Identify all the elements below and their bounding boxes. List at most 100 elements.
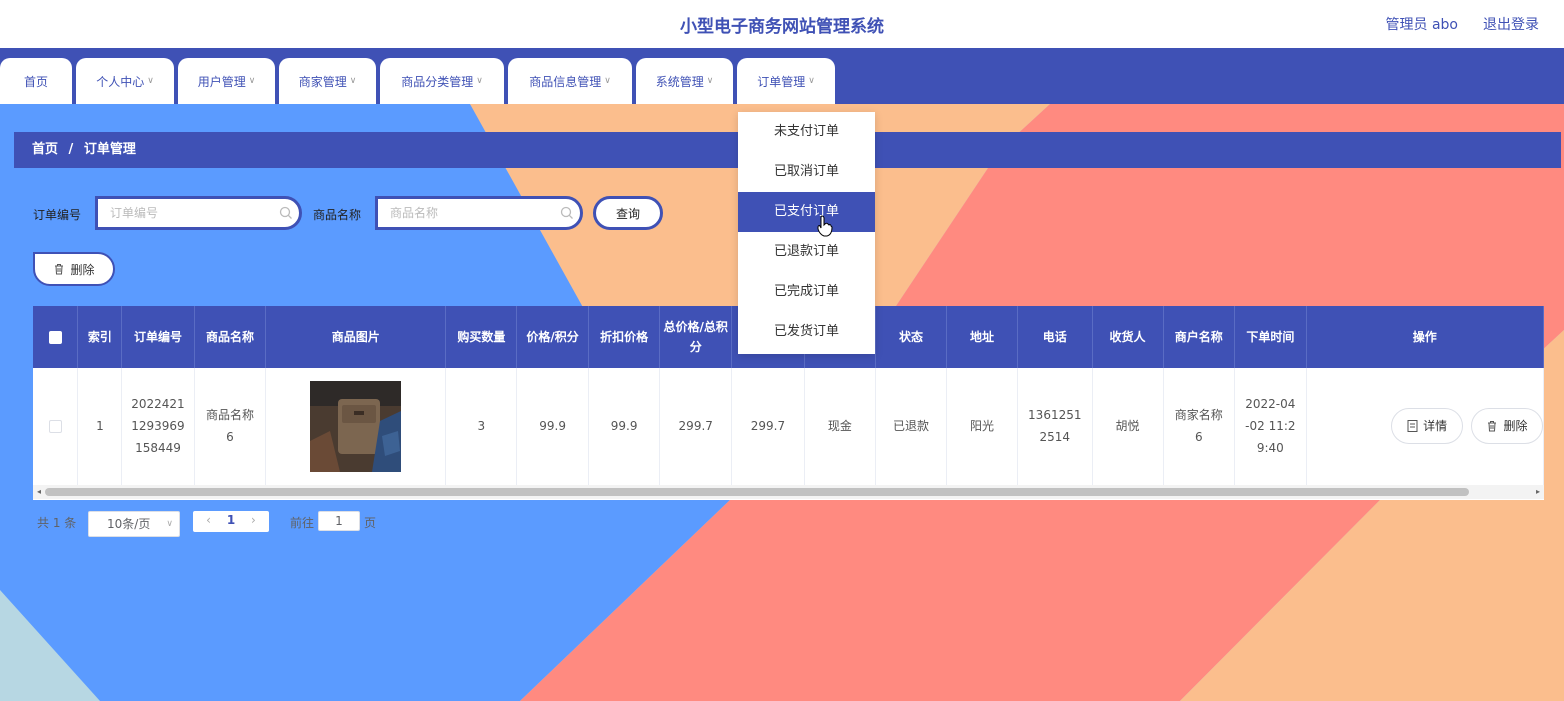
goto-label: 前往 [290, 516, 315, 530]
horizontal-scrollbar[interactable]: ◂ ▸ [33, 485, 1544, 499]
breadcrumb-current: 订单管理 [83, 142, 136, 157]
menu-item-unpaid[interactable]: 未支付订单 [738, 112, 875, 152]
cell-qty: 3 [445, 368, 518, 486]
top-header: 小型电子商务网站管理系统 管理员 abo 退出登录 [0, 0, 1564, 48]
chevron-down-icon: ∨ [248, 76, 256, 86]
admin-user-label: 管理员 abo [1385, 17, 1458, 33]
chevron-down-icon: ∨ [349, 76, 357, 86]
column-header: 商品图片 [265, 306, 447, 368]
column-header: 商品名称 [194, 306, 267, 368]
cell-merchant: 商家名称6 [1163, 368, 1236, 486]
bulk-delete-button[interactable]: 删除 [33, 252, 115, 286]
nav-item-orders[interactable]: 订单管理 ∨ [737, 58, 835, 104]
column-header: 状态 [875, 306, 948, 368]
menu-item-refunded[interactable]: 已退款订单 [738, 232, 875, 272]
column-header: 商户名称 [1163, 306, 1236, 368]
column-header: 折扣价格 [588, 306, 661, 368]
breadcrumb-separator: / [68, 142, 74, 157]
nav-item-categories[interactable]: 商品分类管理 ∨ [380, 58, 504, 104]
orders-dropdown-menu: 未支付订单 已取消订单 已支付订单 已退款订单 已完成订单 已发货订单 [738, 112, 875, 354]
scroll-right-icon[interactable]: ▸ [1536, 485, 1540, 499]
column-header: 索引 [77, 306, 123, 368]
menu-item-paid[interactable]: 已支付订单 [738, 192, 875, 232]
row-delete-button[interactable]: 删除 [1471, 408, 1543, 445]
detail-button[interactable]: 详情 [1391, 408, 1464, 445]
chevron-down-icon: ∨ [706, 76, 714, 86]
select-all-checkbox[interactable] [48, 331, 62, 344]
column-header: 下单时间 [1234, 306, 1307, 368]
product-name-input[interactable]: 商品名称 [375, 196, 583, 230]
detail-label: 详情 [1423, 419, 1448, 434]
order-no-label: 订单编号 [33, 208, 82, 222]
cell-status: 已退款 [875, 368, 948, 486]
page-size-select[interactable]: 10条/页 ∨ [88, 511, 180, 537]
search-icon [560, 206, 573, 219]
document-icon [1407, 420, 1418, 433]
chevron-down-icon: ∨ [604, 76, 611, 86]
app-title: 小型电子商务网站管理系统 [680, 17, 884, 37]
column-header: 地址 [946, 306, 1019, 368]
column-header: 订单编号 [121, 306, 195, 368]
hand-cursor-icon [817, 215, 833, 237]
header-select-all[interactable] [33, 306, 79, 368]
logout-link[interactable]: 退出登录 [1483, 14, 1539, 34]
cell-product: 商品名称6 [194, 368, 267, 486]
chevron-down-icon: ∨ [476, 76, 483, 86]
order-no-input[interactable]: 订单编号 [95, 196, 302, 230]
cell-image [265, 368, 447, 486]
nav-label: 商品信息管理 [529, 74, 602, 89]
row-select-cell[interactable] [33, 368, 79, 486]
cell-time: 2022-04 -02 11:2 9:40 [1234, 368, 1307, 486]
page-suffix: 页 [364, 516, 377, 530]
scroll-left-icon[interactable]: ◂ [37, 485, 41, 499]
current-page[interactable]: 1 [227, 513, 235, 527]
trash-icon [1488, 421, 1497, 432]
goto-page-input[interactable]: 1 [318, 511, 360, 531]
nav-item-merchants[interactable]: 商家管理 ∨ [279, 58, 376, 104]
column-header: 购买数量 [445, 306, 518, 368]
product-name-label: 商品名称 [313, 208, 362, 222]
chevron-down-icon: ∨ [147, 76, 154, 86]
trash-icon [55, 264, 64, 275]
product-image [310, 380, 402, 472]
next-page-icon[interactable]: › [251, 513, 256, 527]
nav-item-home[interactable]: 首页 [0, 58, 72, 104]
main-nav: 首页 个人中心 ∨ 用户管理 ∨ 商家管理 ∨ 商品分类管理 ∨ 商品信息管理 ∨ 系统管… [0, 48, 1564, 104]
nav-label: 系统管理 [655, 74, 704, 89]
cell-phone: 1361251 2514 [1017, 368, 1093, 486]
column-header: 总价格/总积分 [659, 306, 733, 368]
cell-actions: 详情 删除 [1306, 368, 1544, 486]
chevron-down-icon: ∨ [808, 76, 815, 86]
nav-item-products[interactable]: 商品信息管理 ∨ [508, 58, 632, 104]
pager: ‹ 1 › [193, 511, 269, 532]
prev-page-icon[interactable]: ‹ [206, 513, 211, 527]
nav-label: 用户管理 [197, 74, 246, 89]
order-no-placeholder: 订单编号 [110, 206, 159, 220]
nav-item-users[interactable]: 用户管理 ∨ [178, 58, 275, 104]
page-size-value: 10条/页 [107, 517, 151, 531]
cell-pay-type: 现金 [804, 368, 876, 486]
cell-total: 299.7 [659, 368, 733, 486]
query-button[interactable]: 查询 [593, 196, 663, 230]
product-name-placeholder: 商品名称 [390, 206, 439, 220]
menu-item-shipped[interactable]: 已发货订单 [738, 312, 875, 352]
menu-item-cancelled[interactable]: 已取消订单 [738, 152, 875, 192]
row-checkbox[interactable] [48, 420, 62, 434]
nav-label: 订单管理 [757, 74, 806, 89]
column-header: 收货人 [1092, 306, 1164, 368]
cell-receiver: 胡悦 [1092, 368, 1164, 486]
chevron-down-icon: ∨ [166, 519, 173, 529]
menu-item-completed[interactable]: 已完成订单 [738, 272, 875, 312]
cell-address: 阳光 [946, 368, 1019, 486]
scrollbar-thumb[interactable] [45, 488, 1469, 496]
column-header: 价格/积分 [516, 306, 589, 368]
cell-price: 99.9 [516, 368, 589, 486]
bulk-delete-label: 删除 [70, 262, 95, 277]
table-row: 1 2022421 1293969 158449 商品名称6 3 99.9 99… [33, 368, 1544, 486]
row-delete-label: 删除 [1503, 419, 1528, 434]
nav-item-personal[interactable]: 个人中心 ∨ [76, 58, 174, 104]
breadcrumb-home[interactable]: 首页 [32, 142, 58, 157]
nav-item-system[interactable]: 系统管理 ∨ [636, 58, 733, 104]
column-header: 操作 [1306, 306, 1544, 368]
cell-discount: 99.9 [588, 368, 661, 486]
